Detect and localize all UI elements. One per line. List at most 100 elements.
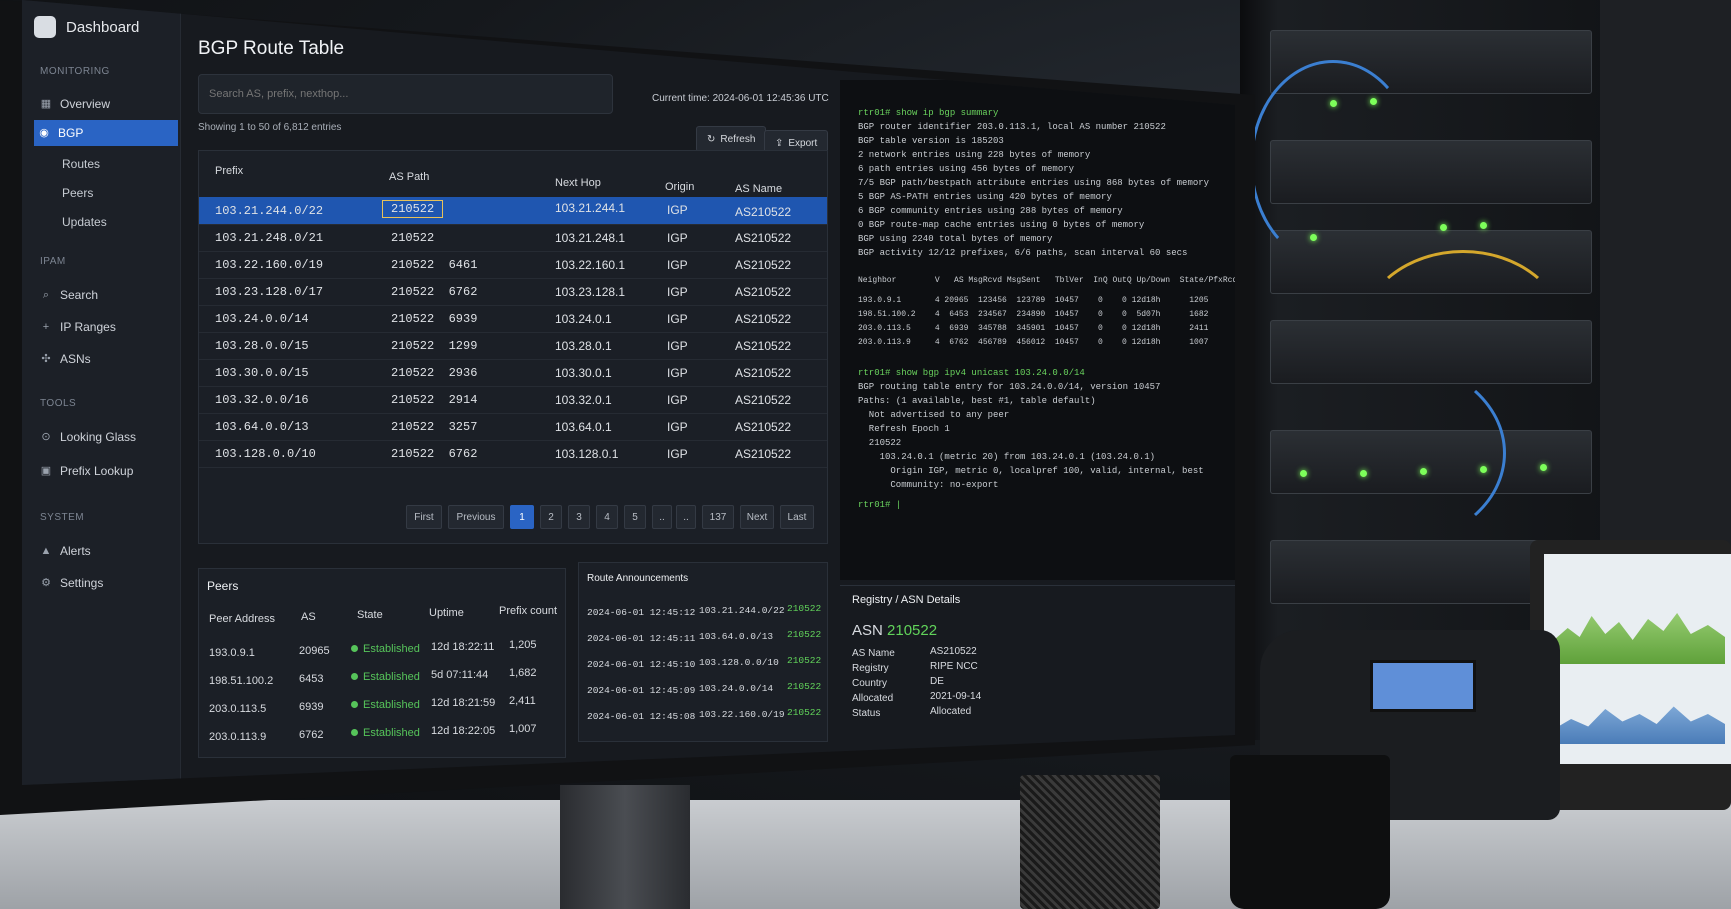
page-first[interactable]: First [406,505,442,529]
terminal-line: Refresh Epoch 1 [858,424,950,434]
table-row[interactable]: 103.21.248.0/21 210522 103.21.248.1 IGP … [199,224,827,252]
cell-asname: AS210522 [735,258,792,272]
table-row[interactable]: 103.128.0.0/10 210522 6762 103.128.0.1 I… [199,440,827,468]
terminal-line: 203.0.113.5 4 6939 345788 345901 10457 0… [858,324,1209,333]
sidebar-item-prefix-lookup[interactable]: ▣ Prefix Lookup [36,458,180,484]
page-previous[interactable]: Previous [448,505,504,529]
col-asname[interactable]: AS Name [735,183,782,195]
announce-prefix[interactable]: 103.64.0.0/13 [699,631,773,642]
registry-panel: Registry / ASN Details ASN 210522 AS Nam… [840,585,1235,736]
plus-icon: + [42,321,50,333]
page-137[interactable]: 137 [702,505,734,529]
sidebar-item-asns[interactable]: ✣ ASNs [36,346,180,372]
col-nexthop[interactable]: Next Hop [555,177,601,189]
announce-prefix[interactable]: 103.22.160.0/19 [699,709,785,720]
announce-prefix[interactable]: 103.24.0.0/14 [699,683,773,694]
sidebar-item-peers[interactable]: Peers [62,186,93,200]
announce-asn: 210522 [787,707,822,718]
sidebar-item-routes[interactable]: Routes [62,157,100,171]
page-title: BGP Route Table [198,38,345,59]
sidebar-item-settings[interactable]: ⚙ Settings [36,570,180,596]
cell-aspath: 210522 3257 [391,420,478,434]
app-logo [34,16,56,38]
page-3[interactable]: 3 [568,505,590,529]
cell-origin: IGP [667,339,688,353]
cell-aspath[interactable]: 210522 [382,200,444,218]
table-row[interactable]: 103.64.0.0/13 210522 3257 103.64.0.1 IGP… [199,413,827,441]
cell-origin: IGP [667,285,688,299]
sidebar-item-looking-glass[interactable]: ⊙ Looking Glass [36,424,180,450]
cell-origin: IGP [667,231,688,245]
cell-asname: AS210522 [735,366,792,380]
terminal-prompt[interactable]: rtr01# | [858,500,901,510]
col-peer-uptime: Uptime [429,607,464,619]
registry-key: AS Name [852,648,895,659]
announce-prefix[interactable]: 103.21.244.0/22 [699,605,785,616]
sidebar-item-label: Search [60,288,99,302]
registry-title: Registry / ASN Details [852,594,961,606]
peer-state: Established [351,699,420,711]
terminal-line: BGP routing table entry for 103.24.0.0/1… [858,382,1161,392]
page-ellipsis: .. [652,505,672,529]
peer-address[interactable]: 203.0.113.5 [209,703,266,715]
page-next[interactable]: Next [740,505,774,529]
cell-prefix: 103.32.0.0/16 [215,393,309,407]
table-row[interactable]: 103.30.0.0/15 210522 2936 103.30.0.1 IGP… [199,359,827,387]
terminal-line: 6 BGP community entries using 288 bytes … [858,206,1123,216]
registry-key: Allocated [852,693,894,704]
col-aspath[interactable]: AS Path [389,171,429,183]
page-4[interactable]: 4 [596,505,618,529]
search-input[interactable] [198,74,613,114]
status-dot-icon [351,701,358,708]
col-prefix[interactable]: Prefix [215,165,243,177]
sidebar: Dashboard MONITORING ▦ Overview ◉ BGP Ro… [22,0,181,785]
table-row[interactable]: 103.23.128.0/17 210522 6762 103.23.128.1… [199,278,827,306]
sidebar-header[interactable]: Dashboard [34,16,139,38]
page-2[interactable]: 2 [540,505,562,529]
grid-icon: ▦ [40,98,52,110]
cell-prefix: 103.24.0.0/14 [215,312,309,326]
cell-aspath: 210522 6461 [391,258,478,272]
terminal-panel[interactable]: rtr01# show ip bgp summary BGP router id… [840,80,1235,580]
table-row[interactable]: 103.28.0.0/15 210522 1299 103.28.0.1 IGP… [199,332,827,360]
col-peer-as: AS [301,611,316,623]
sidebar-item-alerts[interactable]: ▲ Alerts [36,538,180,564]
table-row[interactable]: 103.21.244.0/22 210522 103.21.244.1 IGP … [199,197,827,225]
announce-time: 2024-06-01 12:45:09 [587,685,696,696]
col-origin[interactable]: Origin [665,181,694,193]
sidebar-item-ip-ranges[interactable]: + IP Ranges [36,314,180,340]
sidebar-item-label: Alerts [60,544,91,558]
registry-value: 2021-09-14 [930,691,982,702]
table-row[interactable]: 103.22.160.0/19 210522 6461 103.22.160.1… [199,251,827,279]
peer-address[interactable]: 203.0.113.9 [209,731,266,743]
terminal-line: rtr01# show bgp ipv4 unicast 103.24.0.0/… [858,368,1085,378]
col-peer-count: Prefix count [499,605,558,617]
page-1[interactable]: 1 [510,505,534,529]
cell-asname: AS210522 [735,231,792,245]
page-ellipsis: .. [676,505,696,529]
refresh-button[interactable]: ↻ Refresh [696,126,767,152]
announce-prefix[interactable]: 103.128.0.0/10 [699,657,779,668]
cell-aspath: 210522 2914 [391,393,478,407]
cell-origin: IGP [667,258,688,272]
peer-address[interactable]: 193.0.9.1 [209,647,255,659]
laptop [1530,540,1731,810]
table-row[interactable]: 103.32.0.0/16 210522 2914 103.32.0.1 IGP… [199,386,827,414]
asn-label: ASN [852,622,883,639]
peer-address[interactable]: 198.51.100.2 [209,675,273,687]
status-badge: Established [363,671,420,683]
page-last[interactable]: Last [780,505,814,529]
cell-origin: IGP [667,393,688,407]
table-row[interactable]: 103.24.0.0/14 210522 6939 103.24.0.1 IGP… [199,305,827,333]
sidebar-item-bgp[interactable]: ◉ BGP [34,120,178,146]
sidebar-item-updates[interactable]: Updates [62,215,107,229]
sidebar-item-search[interactable]: ⌕ Search [36,282,180,308]
terminal-line: 210522 [858,438,902,448]
app-title: Dashboard [66,18,140,36]
status-dot-icon [351,729,358,736]
sidebar-item-overview[interactable]: ▦ Overview [36,91,180,117]
peer-uptime: 12d 18:21:59 [431,697,496,709]
cell-origin: IGP [667,203,688,217]
cell-aspath: 210522 2936 [391,366,478,380]
page-5[interactable]: 5 [624,505,646,529]
